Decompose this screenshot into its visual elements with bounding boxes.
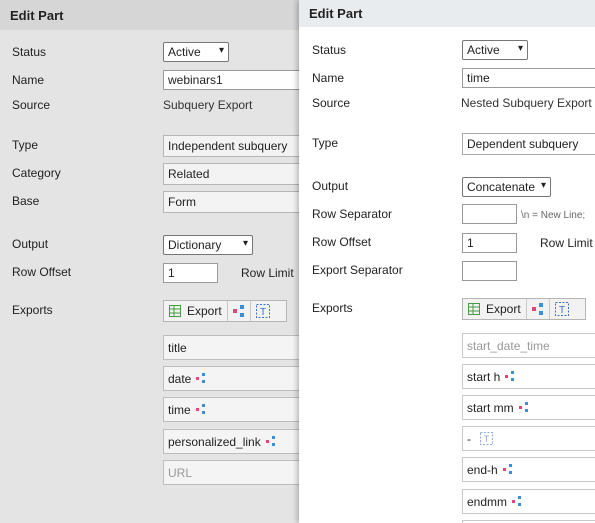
table-icon bbox=[468, 303, 480, 315]
status-select[interactable]: Active ▾ bbox=[163, 42, 229, 62]
chevron-down-icon: ▾ bbox=[218, 45, 224, 56]
output-select[interactable]: Concatenate ▾ bbox=[462, 177, 551, 197]
add-text-button[interactable]: T bbox=[251, 301, 275, 321]
export-item-label: end-h bbox=[467, 462, 498, 477]
link-icon bbox=[502, 464, 512, 474]
link-icon bbox=[505, 371, 515, 381]
export-button[interactable]: Export bbox=[463, 299, 527, 319]
name-label: Name bbox=[12, 73, 45, 87]
row-offset-input[interactable]: 1 bbox=[163, 263, 218, 283]
export-item-start-mm[interactable]: start mm bbox=[462, 395, 595, 420]
add-text-button[interactable]: T bbox=[550, 299, 574, 319]
exports-label: Exports bbox=[12, 303, 53, 317]
source-label: Source bbox=[312, 96, 351, 110]
export-item-label: start h bbox=[467, 369, 501, 384]
output-label: Output bbox=[12, 237, 49, 251]
row-separator-hint: \n = New Line; bbox=[521, 210, 586, 221]
table-icon bbox=[169, 305, 181, 317]
export-separator-label: Export Separator bbox=[312, 263, 403, 277]
export-item-time[interactable]: time bbox=[163, 397, 310, 422]
export-item-title[interactable]: title bbox=[163, 335, 310, 360]
exports-toolbar: Export T bbox=[163, 300, 287, 322]
type-label: Type bbox=[312, 136, 339, 150]
category-label: Category bbox=[12, 166, 61, 180]
export-item-end-h[interactable]: end-h bbox=[462, 457, 595, 482]
link-icon bbox=[512, 496, 522, 506]
export-item-endmm[interactable]: endmm bbox=[462, 489, 595, 514]
export-item-label: endmm bbox=[467, 494, 508, 509]
exports-label: Exports bbox=[312, 301, 353, 315]
output-label: Output bbox=[312, 179, 349, 193]
row-offset-input[interactable]: 1 bbox=[462, 233, 517, 253]
link-icon bbox=[196, 373, 206, 383]
category-select[interactable]: Related bbox=[163, 163, 310, 185]
front-edit-part-panel: Edit Part Status Active ▾ Name time Sour… bbox=[299, 0, 595, 523]
name-input[interactable]: time bbox=[462, 68, 595, 88]
back-edit-part-panel: Edit Part Status Active ▾ Name webinars1… bbox=[0, 0, 310, 523]
export-item-start-h[interactable]: start h bbox=[462, 364, 595, 389]
exports-toolbar: Export T bbox=[462, 298, 586, 320]
export-item-start-date-time[interactable]: start_date_time bbox=[462, 333, 595, 358]
row-separator-label: Row Separator bbox=[312, 207, 393, 221]
row-limit-label: Row Limit bbox=[241, 266, 294, 280]
row-limit-label: Row Limit bbox=[540, 236, 593, 250]
front-panel-title: Edit Part bbox=[299, 0, 595, 27]
export-item-label: personalized_link bbox=[168, 434, 261, 449]
source-label: Source bbox=[12, 98, 51, 112]
name-input[interactable]: webinars1 bbox=[163, 70, 310, 90]
output-value: Dictionary bbox=[168, 238, 222, 252]
base-select[interactable]: Form bbox=[163, 191, 310, 213]
row-offset-label: Row Offset bbox=[12, 265, 72, 279]
export-button-label: Export bbox=[486, 302, 521, 316]
output-value: Concatenate bbox=[467, 180, 536, 194]
status-select[interactable]: Active ▾ bbox=[462, 40, 528, 60]
text-icon: T bbox=[554, 302, 569, 316]
status-value: Active bbox=[168, 45, 201, 59]
link-icon bbox=[195, 404, 205, 414]
export-item-label: - bbox=[467, 431, 471, 446]
export-item-personalized-link[interactable]: personalized_link bbox=[163, 429, 310, 454]
link-icon bbox=[265, 436, 275, 446]
svg-text:T: T bbox=[260, 307, 266, 318]
svg-text:T: T bbox=[559, 305, 565, 316]
type-label: Type bbox=[12, 138, 39, 152]
export-item-label: time bbox=[168, 402, 191, 417]
export-item-label: URL bbox=[168, 465, 193, 480]
export-item-url[interactable]: URL bbox=[163, 460, 310, 485]
export-item-label: start mm bbox=[467, 400, 514, 415]
text-icon: T bbox=[480, 432, 493, 445]
status-label: Status bbox=[12, 45, 47, 59]
status-value: Active bbox=[467, 43, 500, 57]
export-item-dash[interactable]: - T bbox=[462, 426, 595, 451]
add-link-button[interactable] bbox=[228, 301, 251, 321]
status-label: Status bbox=[312, 43, 347, 57]
link-icon bbox=[531, 303, 543, 315]
row-offset-label: Row Offset bbox=[312, 235, 372, 249]
export-button-label: Export bbox=[187, 304, 222, 318]
text-icon: T bbox=[255, 304, 270, 318]
source-value: Subquery Export bbox=[163, 98, 253, 112]
export-item-label: title bbox=[168, 340, 187, 355]
export-item-label: date bbox=[168, 371, 192, 386]
chevron-down-icon: ▾ bbox=[517, 43, 523, 54]
svg-text:T: T bbox=[484, 434, 490, 444]
export-item-label: start_date_time bbox=[467, 338, 550, 353]
export-button[interactable]: Export bbox=[164, 301, 228, 321]
name-label: Name bbox=[312, 71, 345, 85]
chevron-down-icon: ▾ bbox=[242, 238, 248, 249]
export-separator-input[interactable] bbox=[462, 261, 517, 281]
export-item-date[interactable]: date bbox=[163, 366, 310, 391]
add-link-button[interactable] bbox=[527, 299, 550, 319]
link-icon bbox=[232, 305, 244, 317]
source-value: Nested Subquery Export / bbox=[461, 96, 595, 110]
back-panel-title: Edit Part bbox=[0, 0, 310, 30]
output-select[interactable]: Dictionary ▾ bbox=[163, 235, 253, 255]
chevron-down-icon: ▾ bbox=[540, 180, 546, 191]
type-select[interactable]: Independent subquery bbox=[163, 135, 310, 157]
base-label: Base bbox=[12, 194, 40, 208]
type-select[interactable]: Dependent subquery bbox=[462, 133, 595, 155]
row-separator-input[interactable] bbox=[462, 204, 517, 224]
link-icon bbox=[518, 402, 528, 412]
